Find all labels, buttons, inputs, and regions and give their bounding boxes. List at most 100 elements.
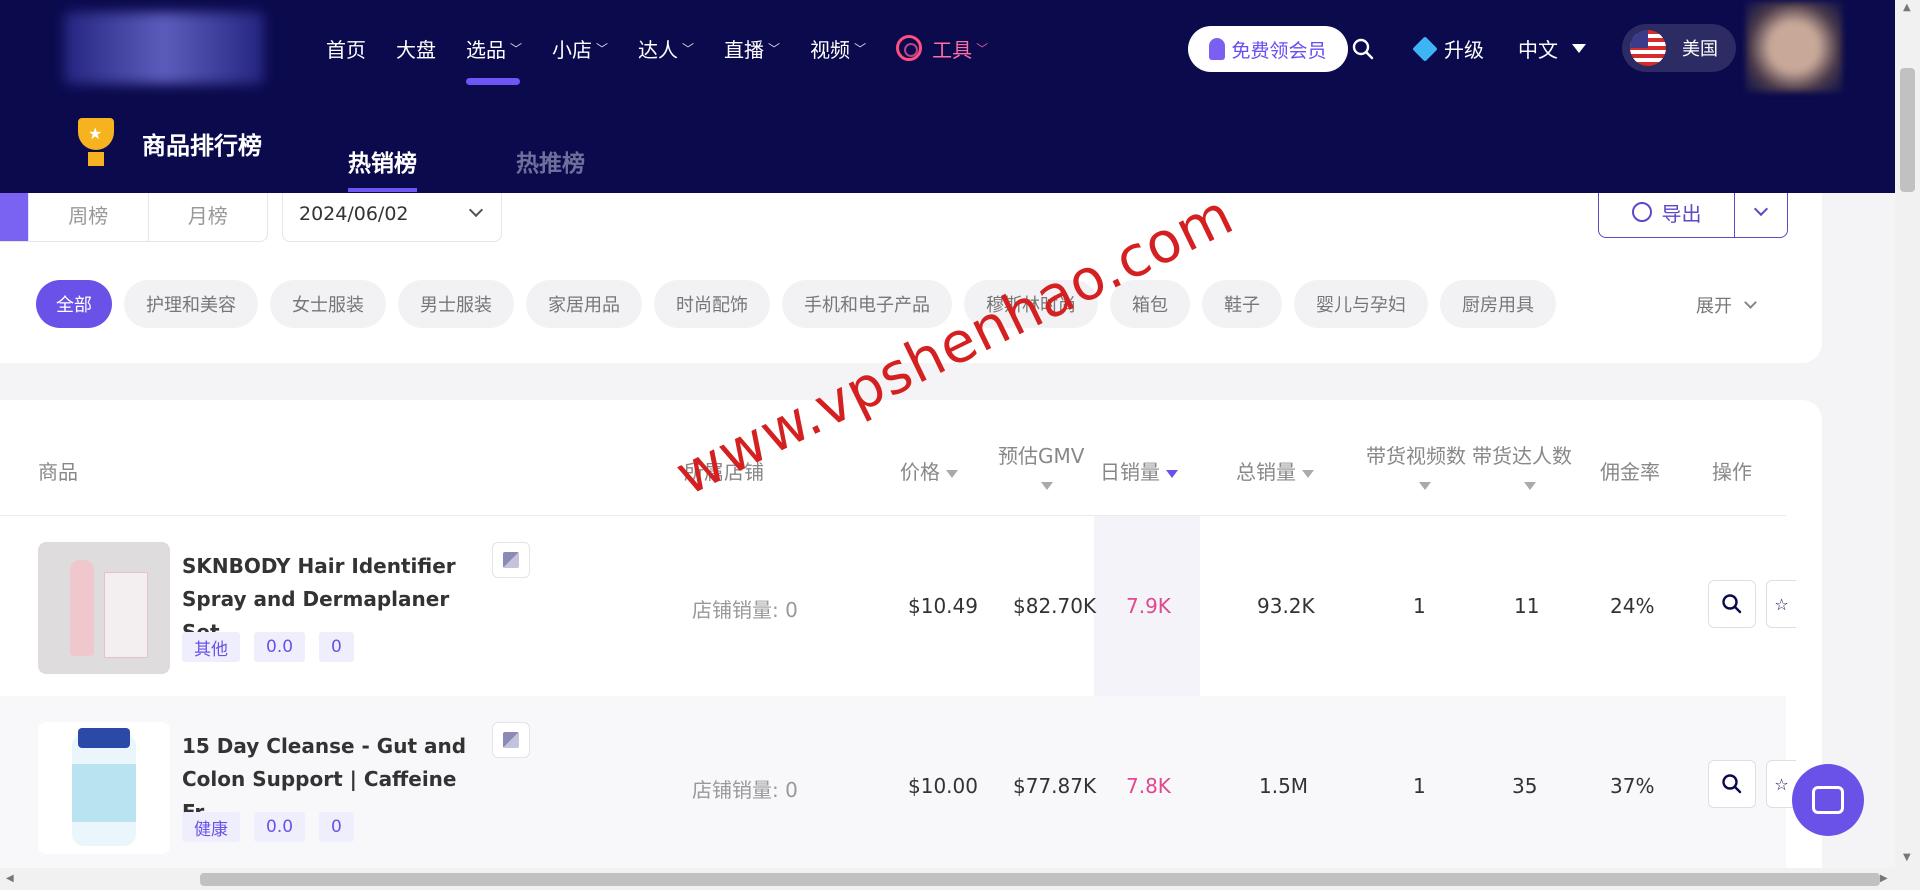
creator-count: 11 [1514, 594, 1540, 618]
header-daily-sales[interactable]: 日销量 [1100, 456, 1179, 485]
header-videos[interactable]: 带货视频数 [1366, 440, 1466, 469]
category-electronics[interactable]: 手机和电子产品 [782, 280, 952, 328]
product-image[interactable] [38, 722, 170, 854]
user-avatar[interactable] [1746, 2, 1842, 92]
chat-support-button[interactable] [1792, 764, 1864, 836]
sort-icon [1166, 469, 1179, 478]
nav-item-tools[interactable]: 工具 ﹀ [896, 34, 988, 63]
region-select[interactable]: 美国 [1622, 24, 1736, 72]
chevron-down-icon: ﹀ [976, 41, 989, 56]
store-sales: 店铺销量: 0 [692, 598, 798, 622]
gmv: $82.70K [1013, 594, 1097, 618]
video-count: 1 [1413, 774, 1426, 798]
date-select[interactable]: 2024/06/02 [282, 186, 502, 242]
nav-item-label: 选品 [466, 37, 506, 62]
category-womens-clothing[interactable]: 女士服装 [270, 280, 386, 328]
period-monthly[interactable]: 月榜 [147, 187, 268, 241]
header-label: 日销量 [1100, 460, 1160, 484]
nav-item-label: 视频 [810, 37, 851, 62]
chevron-down-icon: ﹀ [854, 41, 867, 56]
vertical-scroll-thumb[interactable] [1900, 68, 1915, 192]
scroll-down-icon[interactable]: ▼ [1903, 852, 1911, 863]
commission-rate: 37% [1610, 774, 1655, 798]
category-baby[interactable]: 婴儿与孕妇 [1294, 280, 1428, 328]
creator-count: 35 [1512, 774, 1538, 798]
header-product: 商品 [38, 460, 78, 484]
product-image[interactable] [38, 542, 170, 674]
upgrade-button[interactable]: 升级 [1412, 34, 1484, 63]
expand-categories-button[interactable]: 展开 [1696, 292, 1757, 318]
view-details-button[interactable] [1708, 760, 1756, 808]
tab-hot-selling[interactable]: 热销榜 [348, 144, 417, 192]
chevron-down-icon: ﹀ [510, 41, 523, 56]
nav-item-live[interactable]: 直播 ﹀ [724, 34, 780, 63]
period-active-indicator[interactable] [0, 187, 28, 241]
header-label: 价格 [900, 460, 940, 484]
category-kitchen[interactable]: 厨房用具 [1440, 280, 1556, 328]
top-header: 首页 大盘 选品 ﹀ 小店 ﹀ 达人 ﹀ 直播 ﹀ 视频 ﹀ 工具 ﹀ 免费领会员 升级 中… [0, 0, 1895, 193]
sort-icon[interactable] [1419, 482, 1431, 490]
language-select[interactable]: 中文 [1518, 34, 1586, 63]
chat-icon [1812, 786, 1844, 814]
sort-icon[interactable] [1524, 482, 1536, 490]
horizontal-scrollbar[interactable]: ◀ ▶ [0, 868, 1920, 890]
nav-item-shop[interactable]: 小店 ﹀ [552, 34, 608, 63]
nav-item-label: 小店 [552, 37, 593, 62]
sort-icon[interactable] [1041, 482, 1053, 490]
ranking-title: ★ 商品排行榜 [74, 118, 262, 168]
category-shoes[interactable]: 鞋子 [1202, 280, 1282, 328]
trophy-icon: ★ [74, 118, 118, 168]
scroll-right-icon[interactable]: ▶ [1880, 873, 1888, 884]
category-beauty[interactable]: 护理和美容 [124, 280, 258, 328]
nav-item-home[interactable]: 首页 [326, 34, 366, 63]
video-count: 1 [1413, 594, 1426, 618]
category-all[interactable]: 全部 [36, 280, 112, 328]
export-button[interactable]: 导出 [1599, 187, 1735, 237]
export-label: 导出 [1661, 201, 1702, 226]
nav-item-label: 大盘 [396, 37, 436, 62]
nav-item-label: 工具 [932, 37, 973, 62]
expand-label: 展开 [1696, 296, 1732, 317]
brand-logo[interactable] [64, 12, 264, 84]
favorite-button[interactable]: ☆ [1766, 580, 1796, 628]
caret-down-icon [1572, 44, 1586, 53]
horizontal-scroll-thumb[interactable] [200, 873, 1880, 886]
tag-count: 0 [319, 632, 354, 662]
scroll-up-icon[interactable]: ▲ [1903, 2, 1911, 13]
category-mens-clothing[interactable]: 男士服装 [398, 280, 514, 328]
tab-hot-promoted[interactable]: 热推榜 [516, 144, 585, 178]
translate-icon [503, 732, 519, 748]
header-creators[interactable]: 带货达人数 [1472, 440, 1572, 469]
scroll-left-icon[interactable]: ◀ [6, 873, 14, 884]
vertical-scrollbar[interactable]: ▲ ▼ [1895, 0, 1920, 868]
search-icon [1722, 774, 1742, 794]
view-details-button[interactable] [1708, 580, 1756, 628]
gmv: $77.87K [1013, 774, 1097, 798]
chevron-down-icon: ﹀ [682, 41, 695, 56]
ai-tools-icon [896, 35, 923, 61]
period-weekly[interactable]: 周榜 [28, 187, 148, 241]
nav-item-label: 首页 [326, 37, 366, 62]
search-icon [1722, 594, 1742, 614]
nav-item-product-selection[interactable]: 选品 ﹀ [466, 34, 523, 85]
translate-button[interactable] [492, 542, 530, 578]
total-sales: 93.2K [1257, 594, 1315, 618]
header-price[interactable]: 价格 [900, 456, 959, 485]
chevron-down-icon: ﹀ [768, 41, 781, 56]
header-total-sales[interactable]: 总销量 [1236, 456, 1315, 485]
star-icon: ☆ [1774, 774, 1789, 794]
nav-item-creators[interactable]: 达人 ﹀ [638, 34, 694, 63]
nav-item-label: 直播 [724, 37, 765, 62]
nav-item-market[interactable]: 大盘 [396, 34, 436, 63]
category-fashion-accessories[interactable]: 时尚配饰 [654, 280, 770, 328]
nav-item-video[interactable]: 视频 ﹀ [810, 34, 866, 63]
export-dropdown-button[interactable] [1735, 187, 1787, 237]
tag-rating: 0.0 [254, 632, 306, 662]
chevron-down-icon: ﹀ [596, 41, 609, 56]
search-icon[interactable] [1352, 38, 1374, 60]
translate-button[interactable] [492, 722, 530, 758]
chevron-down-icon [468, 202, 484, 218]
free-vip-button[interactable]: 免费领会员 [1188, 26, 1348, 72]
header-gmv[interactable]: 预估GMV [998, 440, 1084, 469]
category-home[interactable]: 家居用品 [526, 280, 642, 328]
